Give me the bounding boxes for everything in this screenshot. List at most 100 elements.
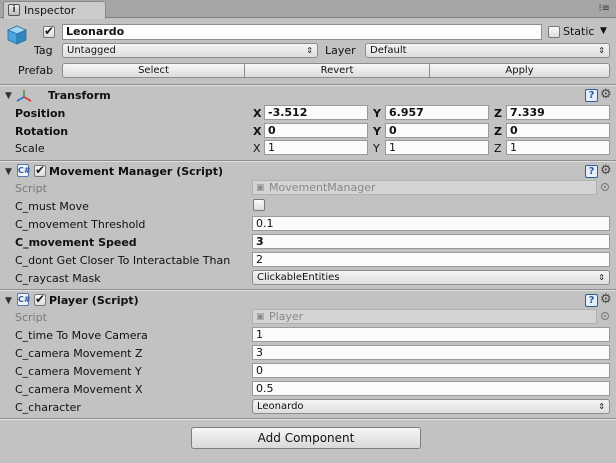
script-icon: C# [17,164,31,177]
divider [0,290,616,291]
scale-label: Scale [15,142,45,155]
rotation-label: Rotation [15,125,69,138]
tag-dropdown[interactable]: Untagged ⇕ [62,43,318,58]
movement-speed-field[interactable]: 3 [252,234,610,249]
divider [0,419,616,420]
object-picker-icon[interactable] [601,312,609,320]
inspector-icon: i [8,4,20,16]
tab-label: Inspector [24,4,76,17]
add-component-button[interactable]: Add Component [191,427,421,449]
raycast-mask-dropdown[interactable]: ClickableEntities ⇕ [252,270,610,285]
script-value: Player [269,310,304,323]
axis-x-label[interactable]: X [253,125,261,138]
player-enabled-checkbox[interactable] [34,292,46,306]
static-checkbox[interactable] [548,26,560,38]
raycast-mask-value: ClickableEntities [257,272,340,283]
gear-icon[interactable]: ⚙ [600,164,612,177]
field-label: C_character [15,401,81,414]
transform-icon [16,90,32,102]
must-move-checkbox[interactable] [253,199,265,211]
script-icon: C# [17,293,31,306]
tab-bar: i Inspector ⁝≡ [0,0,616,19]
help-icon[interactable]: ? [585,89,598,102]
divider [0,85,616,86]
foldout-arrow-icon[interactable]: ▼ [5,167,12,177]
rotation-y-field[interactable]: 0 [385,123,489,138]
field-label: C_camera Movement Z [15,347,143,360]
transform-title: Transform [48,89,111,102]
script-field[interactable]: ▣ MovementManager [252,180,597,195]
script-label: Script [15,182,47,195]
script-field[interactable]: ▣ Player [252,309,597,324]
chevron-updown-icon: ⇕ [598,273,605,282]
chevron-updown-icon: ⇕ [306,46,313,55]
camera-movement-z-field[interactable]: 3 [252,345,610,360]
static-dropdown-icon[interactable]: ▼ [600,26,607,36]
axis-x-label[interactable]: X [253,107,261,120]
field-label: C_dont Get Closer To Interactable Than [15,254,231,267]
script-file-icon: ▣ [256,312,265,322]
field-label: C_time To Move Camera [15,329,148,342]
layer-dropdown[interactable]: Default ⇕ [365,43,610,58]
gear-icon[interactable]: ⚙ [600,293,612,306]
axis-y-label[interactable]: Y [373,125,381,138]
movement-manager-enabled-checkbox[interactable] [34,163,46,177]
camera-movement-y-field[interactable]: 0 [252,363,610,378]
axis-z-label[interactable]: Z [494,125,502,138]
position-label: Position [15,107,66,120]
axis-z-label[interactable]: Z [494,107,502,120]
gear-icon[interactable]: ⚙ [600,88,612,101]
divider [0,161,616,162]
script-file-icon: ▣ [256,183,265,193]
foldout-arrow-icon[interactable]: ▼ [5,91,12,101]
rotation-x-field[interactable]: 0 [264,123,368,138]
menu-icon[interactable]: ⁝≡ [598,3,610,14]
script-label: Script [15,311,47,324]
field-label: C_must Move [15,200,89,213]
prefab-label: Prefab [18,64,54,77]
axis-x-label[interactable]: X [253,142,261,155]
prefab-revert-button[interactable]: Revert [245,63,430,78]
field-label: C_camera Movement Y [15,365,142,378]
scale-x-field[interactable]: 1 [264,140,368,155]
prefab-apply-button[interactable]: Apply [430,63,610,78]
static-label: Static [563,25,595,38]
chevron-updown-icon: ⇕ [598,46,605,55]
help-icon[interactable]: ? [585,165,598,178]
prefab-select-button[interactable]: Select [62,63,245,78]
position-y-field[interactable]: 6.957 [385,105,489,120]
object-name-field[interactable]: Leonardo [62,24,542,40]
movement-threshold-field[interactable]: 0.1 [252,216,610,231]
active-checkbox[interactable] [43,24,55,38]
axis-y-label[interactable]: Y [373,107,381,120]
position-x-field[interactable]: -3.512 [264,105,368,120]
scale-z-field[interactable]: 1 [506,140,610,155]
layer-value: Default [370,45,407,56]
help-icon[interactable]: ? [585,294,598,307]
script-value: MovementManager [269,181,376,194]
scale-y-field[interactable]: 1 [385,140,489,155]
camera-movement-x-field[interactable]: 0.5 [252,381,610,396]
chevron-updown-icon: ⇕ [598,402,605,411]
field-label: C_camera Movement X [15,383,143,396]
character-dropdown[interactable]: Leonardo ⇕ [252,399,610,414]
layer-label: Layer [325,44,356,57]
field-label: C_movement Threshold [15,218,146,231]
axis-z-label[interactable]: Z [494,142,502,155]
time-to-move-camera-field[interactable]: 1 [252,327,610,342]
tab-inspector[interactable]: i Inspector [3,1,106,19]
position-z-field[interactable]: 7.339 [506,105,610,120]
tag-label: Tag [34,44,53,57]
gameobject-cube-icon [7,25,27,45]
rotation-z-field[interactable]: 0 [506,123,610,138]
foldout-arrow-icon[interactable]: ▼ [5,296,12,306]
movement-manager-title: Movement Manager (Script) [49,165,224,178]
object-picker-icon[interactable] [601,183,609,191]
field-label: C_movement Speed [15,236,137,249]
axis-y-label[interactable]: Y [373,142,380,155]
field-label: C_raycast Mask [15,272,101,285]
dont-get-closer-field[interactable]: 2 [252,252,610,267]
tag-value: Untagged [67,45,116,56]
character-value: Leonardo [257,401,304,412]
player-title: Player (Script) [49,294,139,307]
